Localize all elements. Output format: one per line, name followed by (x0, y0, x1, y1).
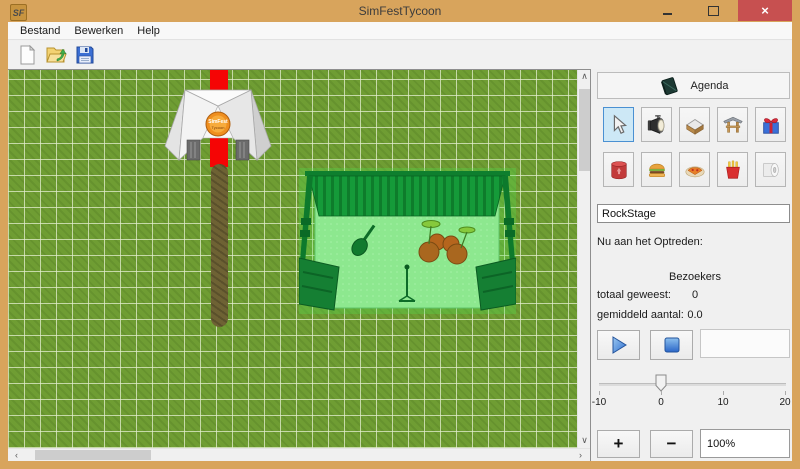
scroll-up-icon: ∧ (581, 71, 588, 82)
scroll-left-button[interactable]: ‹ (10, 449, 23, 461)
stage-name-input[interactable] (597, 204, 790, 223)
tent-speaker-right (236, 140, 249, 160)
scroll-down-icon: ∨ (581, 435, 588, 446)
stage-platform-icon (684, 114, 706, 136)
dirt-path[interactable] (211, 164, 228, 327)
menu-bestand[interactable]: Bestand (14, 23, 66, 39)
tool-toilet-paper-button[interactable] (755, 152, 786, 187)
zoom-level-field[interactable] (700, 429, 790, 458)
status-box (700, 329, 790, 358)
now-performing-label: Nu aan het Optreden: (597, 236, 703, 248)
agenda-button[interactable]: Agenda (597, 72, 790, 99)
minimize-icon (663, 13, 672, 15)
entrance-gate-icon (722, 114, 744, 136)
vertical-scrollbar[interactable]: ∧ ∨ (577, 70, 590, 448)
vertical-scrollbar-thumb[interactable] (579, 89, 590, 171)
slider-tick-label: -10 (584, 397, 614, 408)
stage-truss-bar (305, 171, 510, 176)
minimize-button[interactable] (652, 0, 682, 21)
zoom-in-button[interactable]: + (597, 430, 640, 458)
close-icon: × (761, 3, 769, 18)
trash-can-icon (608, 159, 630, 181)
stage-curtain (309, 176, 505, 216)
minus-icon: − (667, 434, 677, 454)
play-icon (609, 335, 629, 355)
horizontal-scrollbar[interactable]: ‹ › (8, 448, 590, 461)
festival-ground[interactable]: SimFest Tycoon (8, 70, 577, 448)
svg-text:Tycoon: Tycoon (212, 125, 225, 130)
menu-bar: Bestand Bewerken Help (8, 22, 792, 40)
save-icon (75, 45, 95, 65)
tool-fries-button[interactable] (717, 152, 748, 187)
menu-help[interactable]: Help (131, 23, 166, 39)
tool-gift-button[interactable] (755, 107, 786, 142)
slider-tick-label: 10 (708, 397, 738, 408)
stage-graphic (299, 168, 516, 314)
tool-entrance-gate-button[interactable] (717, 107, 748, 142)
slider-tick-label: 0 (646, 397, 676, 408)
open-folder-icon (45, 45, 67, 65)
tool-stage-button[interactable] (679, 107, 710, 142)
stop-icon (663, 336, 681, 354)
open-file-button[interactable] (45, 44, 67, 66)
scroll-up-button[interactable]: ∧ (578, 70, 591, 83)
menu-bewerken[interactable]: Bewerken (68, 23, 129, 39)
toilet-paper-icon (760, 159, 782, 181)
slider-tick (785, 391, 786, 395)
close-button[interactable]: × (738, 0, 792, 21)
stop-button[interactable] (650, 330, 693, 360)
title-bar: SF SimFestTycoon × (0, 0, 800, 22)
stage-speaker-right (476, 258, 516, 310)
tool-select-button[interactable] (603, 107, 634, 142)
client-area: Bestand Bewerken Help (8, 22, 792, 461)
scroll-left-icon: ‹ (15, 450, 18, 460)
scroll-right-icon: › (579, 450, 582, 460)
agenda-book-icon (659, 76, 681, 96)
tool-trash-can-button[interactable] (603, 152, 634, 187)
speed-slider-thumb[interactable] (655, 374, 667, 392)
hamburger-icon (646, 159, 668, 181)
map-canvas: SimFest Tycoon (8, 69, 591, 461)
maximize-icon (708, 6, 719, 16)
plus-icon: + (614, 434, 624, 454)
tool-hamburger-button[interactable] (641, 152, 672, 187)
entrance-tent[interactable]: SimFest Tycoon (163, 84, 273, 170)
agenda-label: Agenda (691, 80, 729, 92)
stage-preview[interactable] (299, 168, 516, 314)
fries-icon (722, 159, 744, 181)
speed-slider[interactable] (599, 383, 786, 386)
average-visitors-value: 0.0 (655, 309, 735, 321)
slider-tick-label: 20 (770, 397, 800, 408)
spotlight-icon (646, 114, 668, 136)
cursor-icon (608, 114, 630, 136)
play-button[interactable] (597, 330, 640, 360)
stage-speaker-left (299, 258, 339, 310)
maximize-button[interactable] (698, 0, 728, 21)
slider-tick (723, 391, 724, 395)
slider-tick (661, 391, 662, 395)
main-toolbar (8, 41, 792, 69)
slider-tick (599, 391, 600, 395)
scroll-down-button[interactable]: ∨ (578, 434, 591, 447)
horizontal-scrollbar-thumb[interactable] (35, 450, 151, 460)
side-panel: Agenda (593, 70, 792, 461)
pizza-icon (684, 159, 706, 181)
gift-icon (760, 114, 782, 136)
save-file-button[interactable] (74, 44, 96, 66)
visitors-header: Bezoekers (655, 271, 735, 283)
scroll-right-button[interactable]: › (574, 449, 587, 461)
tent-speaker-left (187, 140, 200, 160)
new-file-button[interactable] (16, 44, 38, 66)
total-visitors-value: 0 (655, 289, 735, 301)
tool-pizza-button[interactable] (679, 152, 710, 187)
zoom-out-button[interactable]: − (650, 430, 693, 458)
new-document-icon (17, 45, 37, 65)
tool-spotlight-button[interactable] (641, 107, 672, 142)
